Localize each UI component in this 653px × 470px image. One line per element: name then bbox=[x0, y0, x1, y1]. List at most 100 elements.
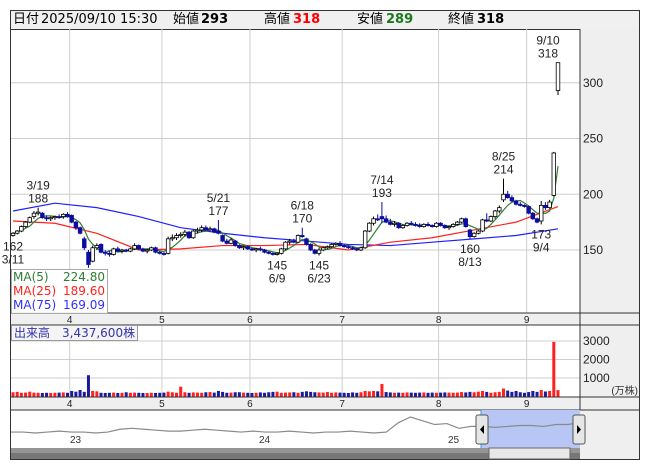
price-annotation: 1739/4 bbox=[531, 227, 551, 254]
volume-bar bbox=[99, 392, 103, 397]
volume-bar bbox=[300, 391, 304, 397]
volume-bar bbox=[380, 383, 384, 397]
volume-bar bbox=[53, 392, 57, 397]
candle-body bbox=[283, 241, 288, 250]
volume-bar bbox=[288, 392, 292, 397]
candle-body bbox=[56, 216, 62, 219]
candle-body bbox=[149, 247, 154, 251]
volume-bar bbox=[493, 392, 497, 397]
volume-bar bbox=[66, 392, 69, 397]
candle-body bbox=[484, 219, 489, 222]
volume-bar bbox=[137, 392, 141, 397]
candle bbox=[371, 216, 376, 226]
volume-bar bbox=[468, 391, 472, 397]
candle-body bbox=[455, 221, 460, 225]
candle-body bbox=[170, 237, 175, 240]
volume-bar bbox=[195, 392, 199, 397]
candle-body bbox=[300, 235, 305, 238]
volume-bar bbox=[455, 392, 459, 397]
volume-bar bbox=[216, 390, 220, 397]
candle bbox=[107, 251, 112, 257]
candle-body bbox=[442, 225, 448, 229]
candle bbox=[170, 234, 175, 242]
candle bbox=[434, 222, 439, 228]
candle-body bbox=[65, 213, 70, 217]
candle-body bbox=[52, 216, 58, 219]
candle-body bbox=[409, 222, 414, 225]
candle bbox=[404, 222, 410, 227]
candle-body bbox=[312, 249, 318, 254]
volume-bar bbox=[57, 392, 61, 397]
candle bbox=[467, 228, 473, 239]
legend-value: 169.09 bbox=[63, 298, 105, 312]
candle-body bbox=[450, 223, 456, 227]
volume-bar bbox=[120, 392, 124, 397]
candle bbox=[337, 241, 343, 247]
price-tick-label: 300 bbox=[583, 76, 603, 90]
candle bbox=[505, 190, 510, 199]
candle-body bbox=[463, 218, 468, 227]
annotation-value: 214 bbox=[493, 163, 513, 177]
candle-body bbox=[128, 248, 133, 252]
candle bbox=[488, 215, 494, 223]
candle-body bbox=[73, 221, 79, 229]
volume-bar bbox=[19, 392, 23, 397]
candle-body bbox=[228, 239, 234, 244]
candle bbox=[178, 232, 183, 238]
volume-bar bbox=[237, 392, 241, 397]
candle-body bbox=[31, 212, 37, 217]
candle-body bbox=[90, 247, 95, 262]
volume-bar bbox=[133, 392, 137, 397]
volume-bar bbox=[175, 392, 178, 397]
candle-body bbox=[161, 252, 167, 255]
nav-right-handle[interactable] bbox=[572, 414, 586, 445]
scrollbar-thumb[interactable] bbox=[488, 447, 571, 460]
candle-body bbox=[77, 227, 83, 234]
moving-averages bbox=[12, 166, 559, 254]
candlesticks bbox=[10, 62, 561, 268]
candle bbox=[86, 250, 91, 268]
month-tick-label: 8 bbox=[436, 399, 442, 410]
candle bbox=[547, 199, 552, 209]
volume-bar bbox=[476, 391, 480, 397]
volume-bar bbox=[128, 392, 132, 397]
range-navigator[interactable] bbox=[11, 410, 581, 448]
candle-body bbox=[23, 221, 28, 227]
candle-body bbox=[480, 219, 485, 232]
candle-body bbox=[203, 227, 209, 231]
candle-body bbox=[35, 211, 41, 214]
volume-bar bbox=[443, 392, 447, 397]
volume-bar bbox=[242, 392, 246, 397]
candle-body bbox=[270, 252, 276, 255]
volume-bar bbox=[367, 391, 371, 397]
volume-bar bbox=[204, 392, 208, 397]
volume-bar bbox=[506, 390, 510, 397]
volume-bar bbox=[267, 392, 271, 397]
candle-body bbox=[526, 206, 531, 214]
volume-bar bbox=[86, 375, 90, 397]
candle bbox=[14, 229, 20, 235]
volume-bar bbox=[229, 392, 233, 397]
nav-left-handle[interactable] bbox=[475, 414, 489, 445]
volume-bar bbox=[32, 392, 36, 397]
candle-body bbox=[144, 249, 150, 252]
candle bbox=[362, 229, 368, 249]
candle-body bbox=[467, 229, 473, 238]
candle-body bbox=[492, 210, 498, 217]
candle bbox=[543, 202, 548, 210]
volume-unit: (万株) bbox=[611, 384, 638, 397]
candle-body bbox=[186, 231, 192, 239]
candle bbox=[526, 205, 531, 215]
candle-body bbox=[241, 246, 246, 249]
price-annotation: 8/25214 bbox=[492, 150, 516, 177]
volume-bar bbox=[179, 386, 183, 397]
candle bbox=[308, 243, 313, 252]
candle bbox=[304, 237, 309, 246]
volume-bar bbox=[556, 390, 560, 397]
candle bbox=[555, 62, 561, 96]
volume-bar bbox=[61, 392, 65, 397]
volume-bar bbox=[141, 392, 145, 397]
volume-bar bbox=[154, 392, 158, 397]
candle bbox=[27, 216, 32, 224]
stock-chart[interactable]: 150200250300100020003000445566778899 162… bbox=[0, 0, 653, 470]
